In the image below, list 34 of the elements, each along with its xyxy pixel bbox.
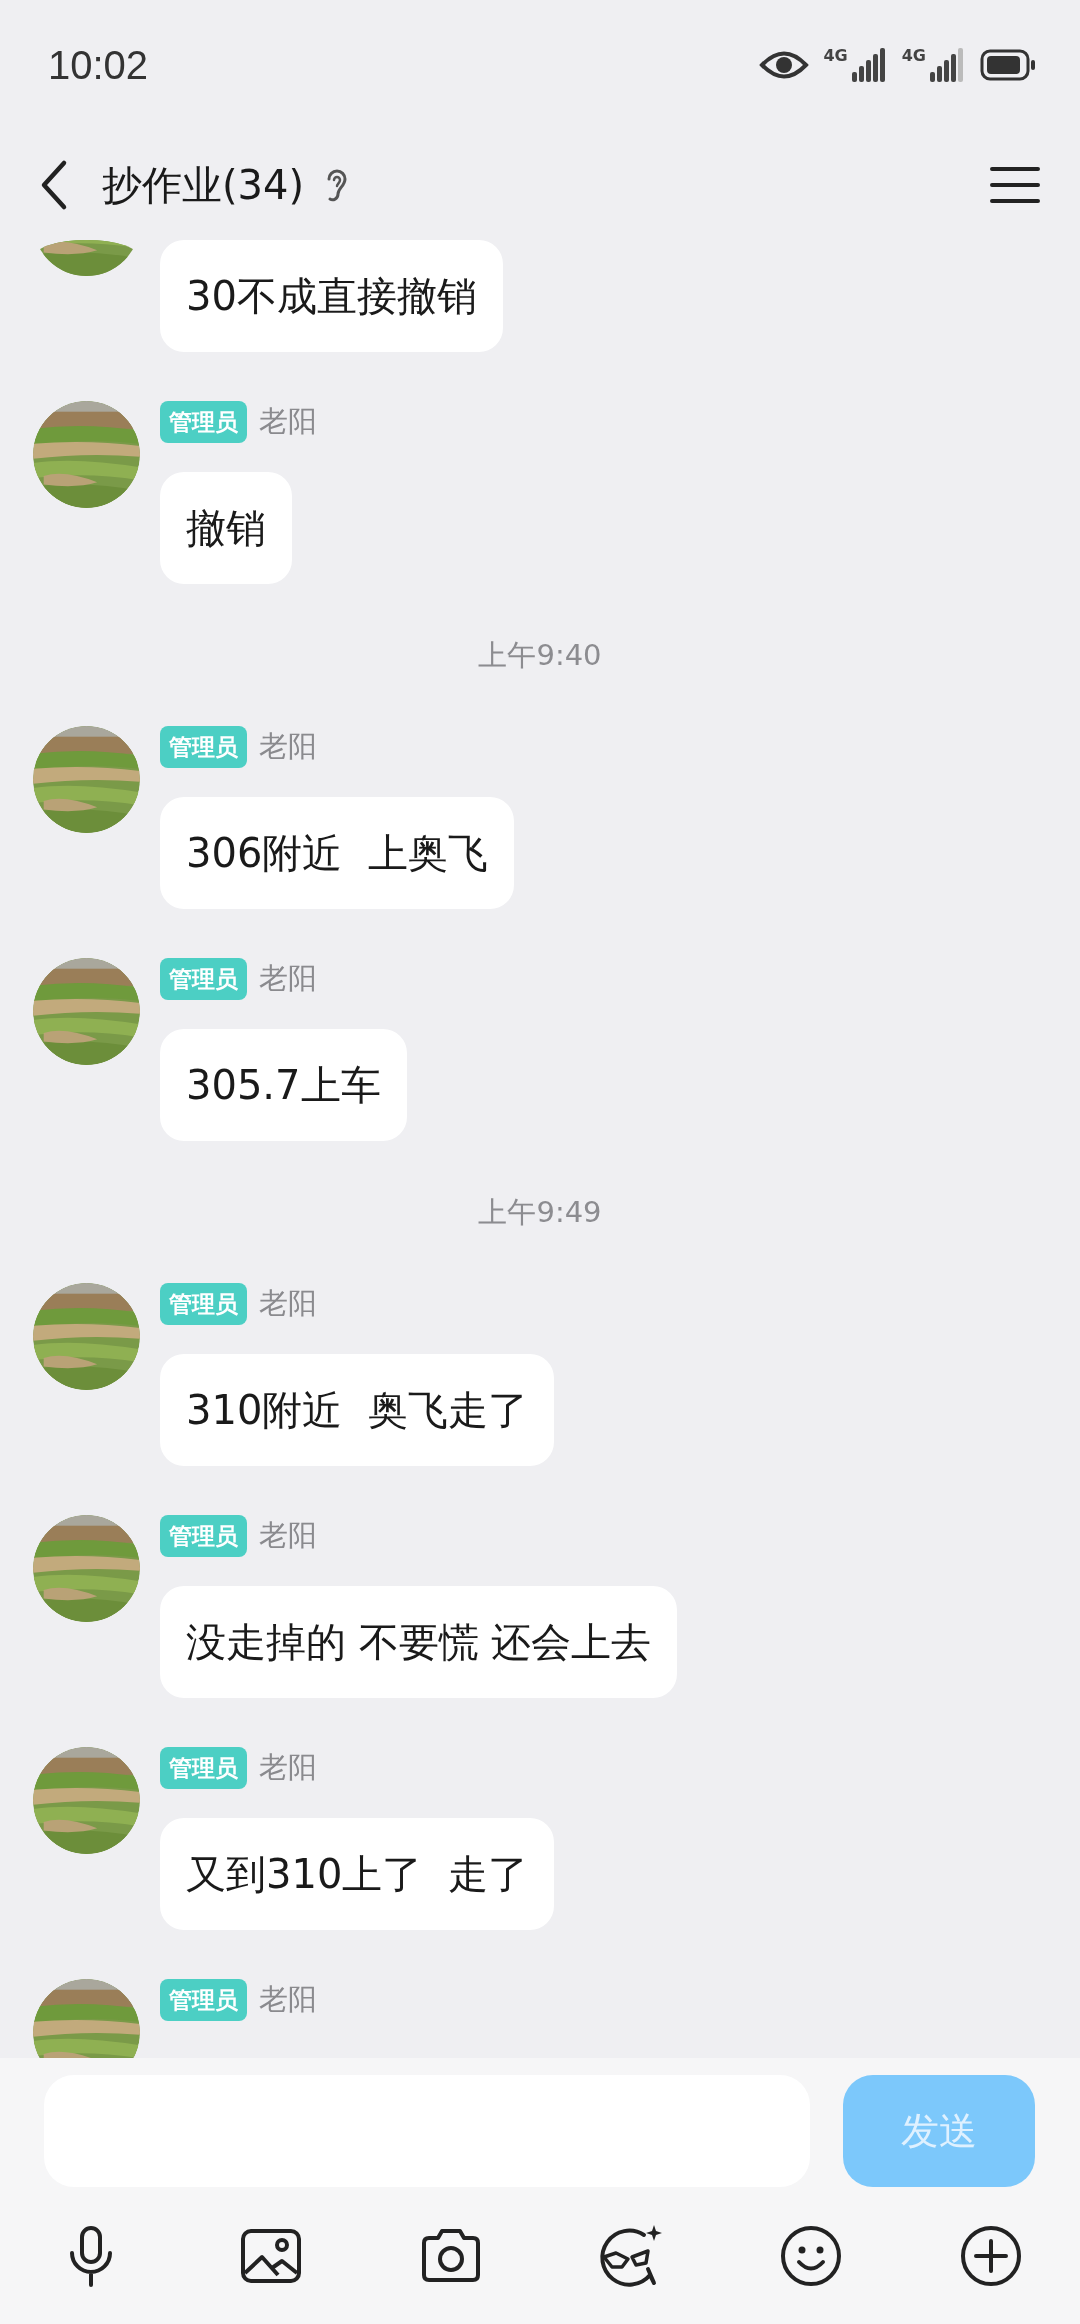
sender-name: 老阳	[259, 960, 317, 997]
network-label: 4G	[901, 48, 926, 64]
role-badge: 管理员	[160, 1515, 247, 1557]
sender-name: 老阳	[259, 1517, 317, 1554]
sender-name: 老阳	[259, 728, 317, 765]
role-badge: 管理员	[160, 1979, 247, 2021]
role-badge: 管理员	[160, 726, 247, 768]
status-time: 10:02	[48, 42, 149, 88]
role-badge: 管理员	[160, 1747, 247, 1789]
smiley-icon[interactable]	[778, 2223, 844, 2289]
plus-icon[interactable]	[958, 2223, 1024, 2289]
sender-name: 老阳	[259, 1981, 317, 2018]
chat-title: 抄作业(34)	[102, 160, 305, 210]
message-bubble: 310附近 奥飞走了	[160, 1354, 554, 1466]
timestamp: 上午9:40	[478, 637, 602, 674]
role-badge: 管理员	[160, 1283, 247, 1325]
message-bubble: 30不成直接撤销	[160, 240, 503, 352]
network-label: 4G	[823, 48, 848, 64]
timestamp: 上午9:49	[478, 1194, 602, 1231]
message-bubble: 306附近 上奥飞	[160, 797, 514, 909]
sparkle-bubble-icon[interactable]	[598, 2223, 664, 2289]
message-bubble: 又到310上了 走了	[160, 1818, 554, 1930]
message-bubble: 305.7上车	[160, 1029, 407, 1141]
sender-name: 老阳	[259, 403, 317, 440]
message-bubble: 撤销	[160, 472, 292, 584]
signal-icon	[849, 48, 888, 82]
message-bubble: 没走掉的 不要慌 还会上去	[160, 1586, 678, 1698]
sender-name: 老阳	[259, 1749, 317, 1786]
role-badge: 管理员	[160, 958, 247, 1000]
battery-icon	[980, 49, 1036, 81]
role-badge: 管理员	[160, 401, 247, 443]
sender-name: 老阳	[259, 1285, 317, 1322]
signal-icon	[928, 48, 966, 82]
menu-icon[interactable]	[990, 165, 1040, 205]
